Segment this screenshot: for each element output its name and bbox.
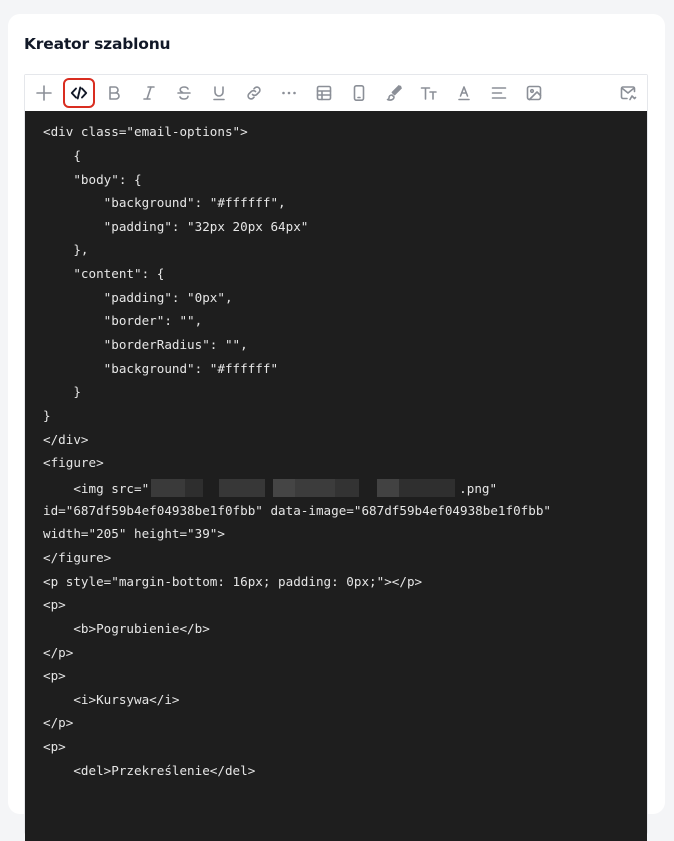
code-line: }, [43,242,89,257]
bold-button[interactable] [98,78,130,108]
redacted-url [149,479,459,497]
code-line: "background": "#ffffff", [43,195,286,210]
table-button[interactable] [308,78,340,108]
code-line: "background": "#ffffff" [43,361,279,376]
code-line: <p> [43,597,66,612]
link-button[interactable] [238,78,270,108]
panel-title: Kreator szablonu [24,35,171,53]
code-line: "border": "", [43,313,203,328]
image-icon [526,85,542,101]
code-line: <b>Pogrubienie</b> [43,621,210,636]
strikethrough-button[interactable] [168,78,200,108]
more-button[interactable] [273,78,305,108]
add-block-button[interactable] [28,78,60,108]
code-line: "content": { [43,266,165,281]
code-line: { [43,148,81,163]
email-preview-button[interactable] [612,78,644,108]
font-size-icon [420,87,437,100]
bold-icon [109,86,120,100]
editor-toolbar [25,75,647,112]
code-line: width="205" height="39"> [43,526,225,541]
image-button[interactable] [518,78,550,108]
code-line-img-src: <img src=" .png" [43,479,497,497]
code-line: <p> [43,668,66,683]
code-line: </div> [43,432,89,447]
italic-button[interactable] [133,78,165,108]
template-builder-card: Kreator szablonu <div class="email-optio… [8,14,665,841]
style-brush-button[interactable] [378,78,410,108]
table-icon [316,85,332,101]
code-line: <p style="margin-bottom: 16px; padding: … [43,574,423,589]
email-preview-icon [620,86,637,101]
code-view-icon [70,86,88,100]
code-line: </figure> [43,550,112,565]
code-text: .png" [459,481,498,496]
code-view-button[interactable] [63,78,95,108]
add-icon [36,85,52,101]
code-editor[interactable]: <div class="email-options"> { "body": { … [25,111,647,841]
code-line: <del>Przekreślenie</del> [43,763,256,778]
code-text: <img src=" [43,481,150,496]
underline-icon [213,86,225,101]
code-line: } [43,384,81,399]
code-line: } [43,408,51,423]
code-line: </p> [43,715,74,730]
align-left-icon [491,87,507,99]
template-editor: <div class="email-options"> { "body": { … [24,74,648,841]
code-line: </p> [43,645,74,660]
mobile-preview-button[interactable] [343,78,375,108]
more-icon [282,91,296,95]
text-color-icon [458,86,470,101]
code-line: id="687df59b4ef04938be1f0fbb" data-image… [43,503,551,518]
align-button[interactable] [483,78,515,108]
code-line: "borderRadius": "", [43,337,248,352]
font-size-button[interactable] [413,78,445,108]
code-line: <i>Kursywa</i> [43,692,180,707]
strikethrough-icon [177,86,191,100]
code-line: "body": { [43,172,142,187]
code-line: <div class="email-options"> [43,124,248,139]
text-color-button[interactable] [448,78,480,108]
code-line: <figure> [43,455,104,470]
paint-brush-icon [386,85,402,101]
code-line: <p> [43,739,66,754]
italic-icon [143,86,155,100]
mobile-preview-icon [353,84,365,101]
code-line: "padding": "0px", [43,290,233,305]
link-icon [247,86,261,100]
underline-button[interactable] [203,78,235,108]
code-line: "padding": "32px 20px 64px" [43,219,309,234]
